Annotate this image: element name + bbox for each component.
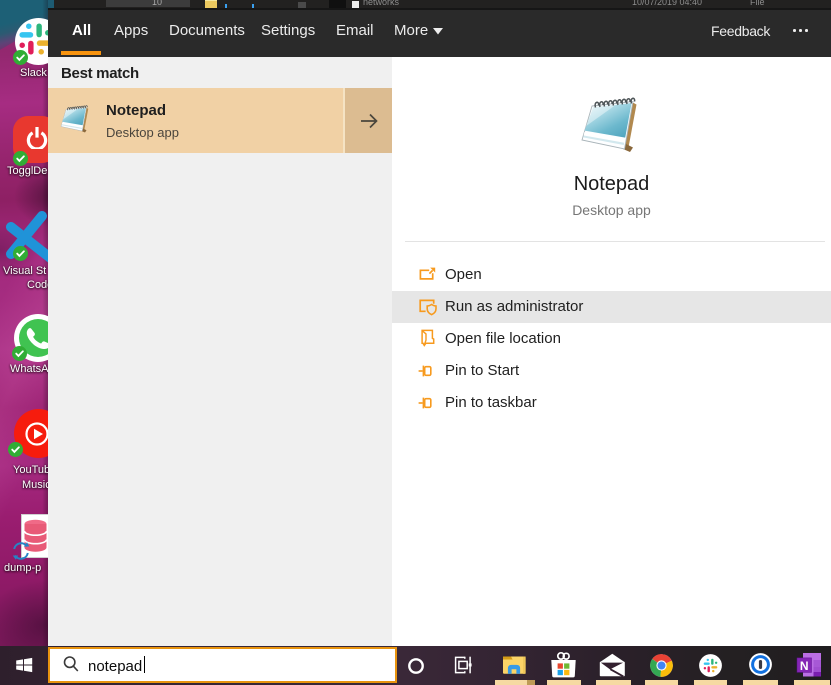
- svg-text:N: N: [800, 659, 809, 673]
